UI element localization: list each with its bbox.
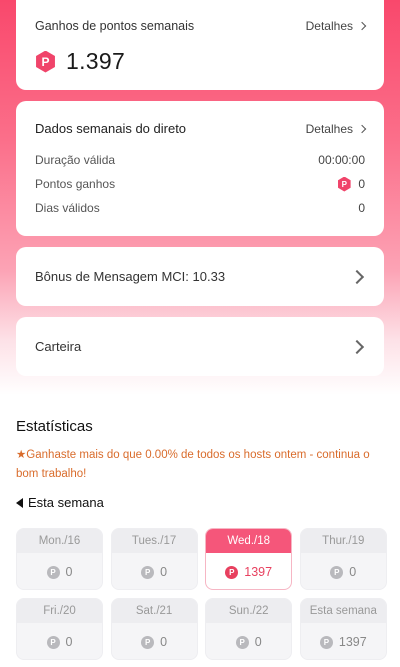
points-icon: P [338,176,351,192]
day-label: Mon./16 [17,529,102,553]
triangle-left-icon [16,497,23,508]
details-label: Detalhes [305,19,353,33]
valid-duration-value: 00:00:00 [318,153,365,167]
day-value: 0 [254,635,262,649]
details-label: Detalhes [305,121,353,136]
valid-days-row: Dias válidos 0 [35,196,365,220]
weekly-points-details-link[interactable]: Detalhes [305,19,367,33]
day-cell-week-total: Esta semana P 1397 [299,598,387,660]
day-label: Wed./18 [206,529,292,553]
chevron-right-icon [357,124,367,133]
day-label: Thur./19 [300,529,386,553]
day-label: Sun./22 [206,599,292,623]
weekly-live-data-card: Dados semanais do direto Detalhes Duraçã… [16,101,384,236]
day-label: Esta semana [300,599,386,623]
day-cell-sat: Sat./21 P0 [110,598,198,660]
day-cell-sun: Sun./22 P0 [205,598,293,660]
week-label: Esta semana [28,495,104,510]
day-cell-fri: Fri./20 P0 [16,598,103,660]
day-value: 0 [160,635,168,649]
day-label: Sat./21 [111,599,197,623]
day-value: 0 [160,565,168,579]
day-label: Tues./17 [111,529,197,553]
valid-duration-label: Duração válida [35,153,116,167]
daily-points-grid: Mon./16 P0 Tues./17 P0 Wed./18 P 1397 Thu… [16,528,387,660]
day-value: 1397 [244,565,273,579]
wallet-label: Carteira [35,339,82,354]
points-earned-label: Pontos ganhos [35,177,116,191]
points-earned-value: 0 [358,177,365,191]
total-points-value: 1.397 [66,48,126,74]
points-coin-icon: P [235,635,249,649]
points-coin-icon: P [141,565,155,579]
day-label: Fri./20 [17,599,102,623]
mci-bonus-label: Bônus de Mensagem MCI: 10.33 [35,269,226,284]
live-data-title: Dados semanais do direto [35,121,187,136]
day-value: 0 [65,635,73,649]
statistics-message: ★Ganhaste mais do que 0.00% de todos os … [16,449,370,480]
points-coin-icon: P [319,635,333,649]
valid-days-label: Dias válidos [35,201,100,215]
day-value: 0 [349,565,357,579]
chevron-right-icon [349,339,365,354]
chevron-right-icon [357,21,367,31]
statistics-title: Estatísticas [16,418,93,435]
weekly-points-title: Ganhos de pontos semanais [35,19,195,33]
live-data-details-link[interactable]: Detalhes [305,121,367,136]
points-earned-row: Pontos ganhos P 0 [35,172,365,196]
points-icon: P [36,50,55,73]
day-value: 0 [65,565,73,579]
week-selector[interactable]: Esta semana [16,495,104,510]
chevron-right-icon [349,269,365,284]
points-coin-icon: P [46,565,60,579]
points-coin-icon: P [46,635,60,649]
day-value: 1397 [338,635,367,649]
wallet-card[interactable]: Carteira [16,317,384,376]
day-cell-mon: Mon./16 P0 [16,528,103,590]
points-coin-icon: P [330,565,344,579]
valid-duration-row: Duração válida 00:00:00 [35,148,365,172]
mci-bonus-card[interactable]: Bônus de Mensagem MCI: 10.33 [16,247,384,306]
day-cell-tue: Tues./17 P0 [110,528,198,590]
day-cell-thu: Thur./19 P0 [299,528,387,590]
points-coin-icon: P [225,565,239,579]
weekly-points-card: Ganhos de pontos semanais Detalhes P 1.3… [16,0,384,90]
day-cell-wed: Wed./18 P 1397 [205,528,293,590]
points-coin-icon: P [141,635,155,649]
valid-days-value: 0 [358,201,365,215]
